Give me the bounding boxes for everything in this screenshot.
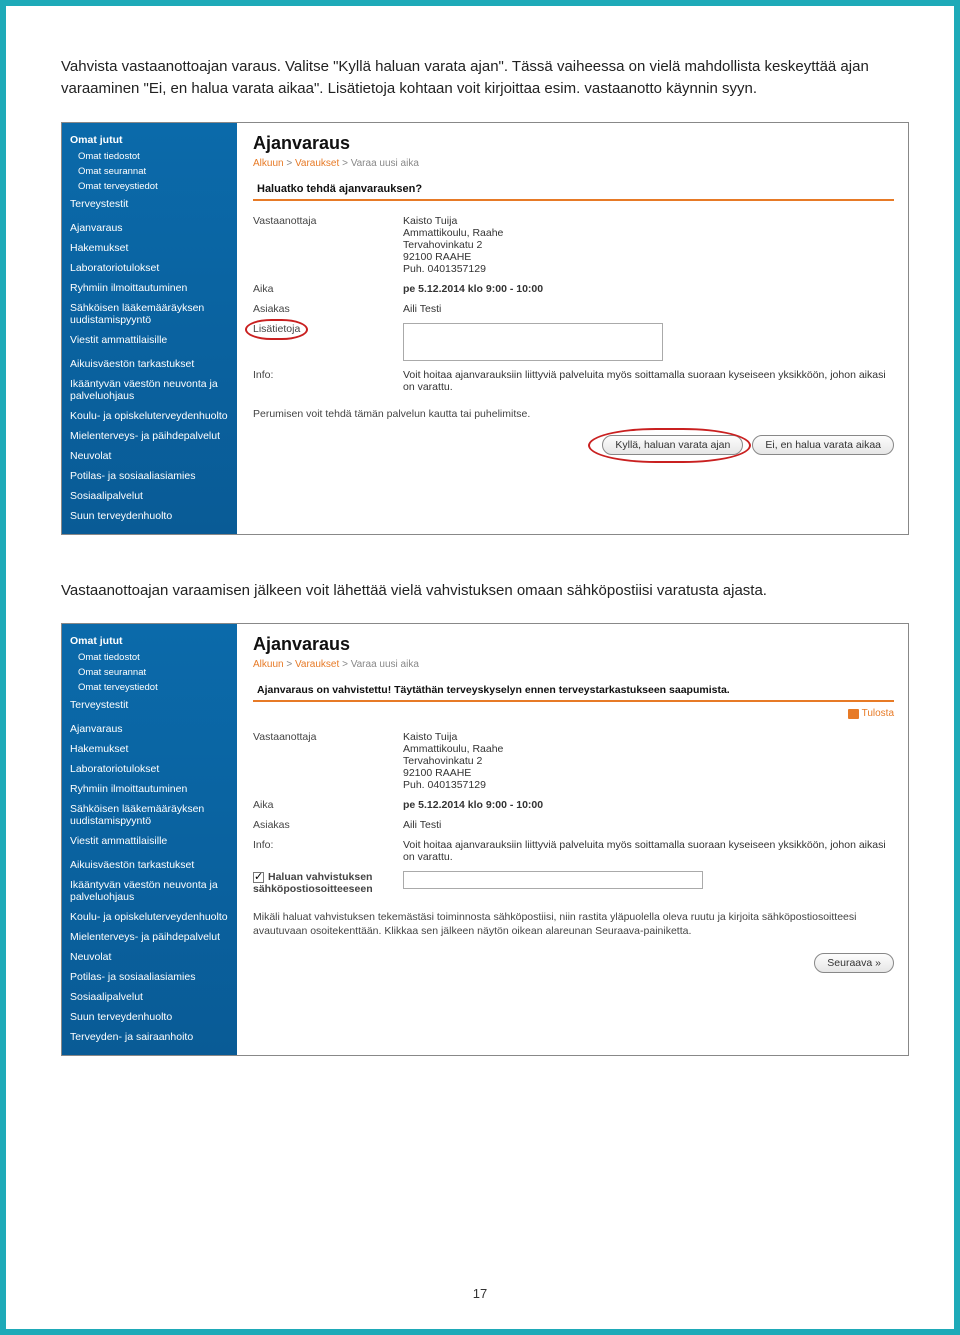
screenshot-2: Omat jutut Omat tiedostot Omat seurannat…	[61, 623, 909, 1056]
sidebar-item[interactable]: Sähköisen lääkemääräyksen uudistamispyyn…	[62, 799, 237, 831]
sidebar-item[interactable]: Terveyden- ja sairaanhoito	[62, 1027, 237, 1047]
value-vastaanottaja: Kaisto Tuija Ammattikoulu, Raahe Tervaho…	[403, 727, 894, 795]
label-aika: Aika	[253, 795, 403, 815]
sidebar-sub[interactable]: Omat tiedostot	[62, 149, 237, 164]
print-icon[interactable]	[848, 709, 859, 719]
email-input[interactable]	[403, 871, 703, 889]
crumb-current: Varaa uusi aika	[351, 659, 419, 670]
label-confirm-email: Haluan vahvistuksen sähköpostiosoitteese…	[253, 867, 403, 899]
sidebar-sub[interactable]: Omat terveystiedot	[62, 680, 237, 695]
main-panel: Ajanvaraus Alkuun > Varaukset > Varaa uu…	[237, 624, 908, 1055]
sidebar-item[interactable]: Suun terveydenhuolto	[62, 1007, 237, 1027]
label-asiakas: Asiakas	[253, 815, 403, 835]
label-info: Info:	[253, 835, 403, 867]
intro-text: Vahvista vastaanottoajan varaus. Valitse…	[61, 56, 909, 100]
label-vastaanottaja: Vastaanottaja	[253, 211, 403, 279]
sidebar-item[interactable]: Ajanvaraus	[62, 719, 237, 739]
sidebar-item[interactable]: Koulu- ja opiskeluterveydenhuolto	[62, 907, 237, 927]
sidebar-item[interactable]: Ajanvaraus	[62, 218, 237, 238]
sidebar-item[interactable]: Viestit ammattilaisille	[62, 831, 237, 851]
sidebar-item[interactable]: Laboratoriotulokset	[62, 759, 237, 779]
sidebar-item[interactable]: Ryhmiin ilmoittautuminen	[62, 779, 237, 799]
cancel-note: Perumisen voit tehdä tämän palvelun kaut…	[253, 407, 894, 422]
value-asiakas: Aili Testi	[403, 815, 894, 835]
sidebar-item[interactable]: Neuvolat	[62, 947, 237, 967]
sidebar-item[interactable]: Potilas- ja sosiaaliasiamies	[62, 967, 237, 987]
sidebar: Omat jutut Omat tiedostot Omat seurannat…	[62, 624, 237, 1055]
label-info: Info:	[253, 365, 403, 397]
label-asiakas: Asiakas	[253, 299, 403, 319]
sidebar-item[interactable]: Terveystestit	[62, 194, 237, 214]
sidebar-item[interactable]: Suun terveydenhuolto	[62, 506, 237, 526]
label-lisatietoja: Lisätietoja	[253, 319, 403, 365]
yes-button[interactable]: Kyllä, haluan varata ajan	[602, 435, 743, 455]
crumb-link[interactable]: Varaukset	[295, 158, 339, 169]
crumb-link[interactable]: Alkuun	[253, 659, 284, 670]
label-vastaanottaja: Vastaanottaja	[253, 727, 403, 795]
sidebar-item[interactable]: Hakemukset	[62, 739, 237, 759]
print-link[interactable]: Tulosta	[862, 708, 894, 719]
value-asiakas: Aili Testi	[403, 299, 894, 319]
button-row: Seuraava »	[253, 953, 894, 973]
sidebar-item[interactable]: Koulu- ja opiskeluterveydenhuolto	[62, 406, 237, 426]
sidebar-item[interactable]: Mielenterveys- ja päihdepalvelut	[62, 927, 237, 947]
lisatietoja-circled: Lisätietoja	[253, 323, 300, 335]
sidebar-item[interactable]: Ikääntyvän väestön neuvonta ja palveluoh…	[62, 875, 237, 907]
sidebar-item[interactable]: Mielenterveys- ja päihdepalvelut	[62, 426, 237, 446]
crumb-link[interactable]: Alkuun	[253, 158, 284, 169]
value-aika: pe 5.12.2014 klo 9:00 - 10:00	[403, 279, 894, 299]
section-heading: Haluatko tehdä ajanvarauksen?	[253, 179, 894, 201]
sidebar-item[interactable]: Hakemukset	[62, 238, 237, 258]
value-aika: pe 5.12.2014 klo 9:00 - 10:00	[403, 795, 894, 815]
sidebar-item[interactable]: Laboratoriotulokset	[62, 258, 237, 278]
sidebar-sub[interactable]: Omat tiedostot	[62, 650, 237, 665]
sidebar-item[interactable]: Terveystestit	[62, 695, 237, 715]
form-table: Vastaanottaja Kaisto Tuija Ammattikoulu,…	[253, 727, 894, 899]
sidebar-item[interactable]: Ryhmiin ilmoittautuminen	[62, 278, 237, 298]
sidebar-heading: Omat jutut	[62, 632, 237, 650]
breadcrumb: Alkuun > Varaukset > Varaa uusi aika	[253, 659, 894, 670]
sidebar-item[interactable]: Aikuisväestön tarkastukset	[62, 855, 237, 875]
print-row: Tulosta	[253, 708, 894, 719]
sidebar-item[interactable]: Viestit ammattilaisille	[62, 330, 237, 350]
breadcrumb: Alkuun > Varaukset > Varaa uusi aika	[253, 158, 894, 169]
sidebar-sub[interactable]: Omat seurannat	[62, 665, 237, 680]
sidebar-item[interactable]: Sosiaalipalvelut	[62, 486, 237, 506]
crumb-current: Varaa uusi aika	[351, 158, 419, 169]
value-info: Voit hoitaa ajanvarauksiin liittyviä pal…	[403, 365, 894, 397]
sidebar-heading: Omat jutut	[62, 131, 237, 149]
value-vastaanottaja: Kaisto Tuija Ammattikoulu, Raahe Tervaho…	[403, 211, 894, 279]
sidebar-sub[interactable]: Omat terveystiedot	[62, 179, 237, 194]
main-panel: Ajanvaraus Alkuun > Varaukset > Varaa uu…	[237, 123, 908, 534]
no-button[interactable]: Ei, en halua varata aikaa	[752, 435, 894, 455]
sidebar-item[interactable]: Potilas- ja sosiaaliasiamies	[62, 466, 237, 486]
sidebar-item[interactable]: Aikuisväestön tarkastukset	[62, 354, 237, 374]
lisatietoja-input[interactable]	[403, 323, 663, 361]
sidebar: Omat jutut Omat tiedostot Omat seurannat…	[62, 123, 237, 534]
form-table: Vastaanottaja Kaisto Tuija Ammattikoulu,…	[253, 211, 894, 397]
middle-text: Vastaanottoajan varaamisen jälkeen voit …	[61, 580, 909, 602]
value-info: Voit hoitaa ajanvarauksiin liittyviä pal…	[403, 835, 894, 867]
page-title: Ajanvaraus	[253, 634, 894, 655]
button-row: Kyllä, haluan varata ajan Ei, en halua v…	[253, 435, 894, 455]
next-button[interactable]: Seuraava »	[814, 953, 894, 973]
confirm-checkbox[interactable]	[253, 872, 264, 883]
label-aika: Aika	[253, 279, 403, 299]
page-title: Ajanvaraus	[253, 133, 894, 154]
sidebar-item[interactable]: Sähköisen lääkemääräyksen uudistamispyyn…	[62, 298, 237, 330]
sidebar-item[interactable]: Sosiaalipalvelut	[62, 987, 237, 1007]
section-heading: Ajanvaraus on vahvistettu! Täytäthän ter…	[253, 680, 894, 702]
sidebar-item[interactable]: Neuvolat	[62, 446, 237, 466]
email-note: Mikäli haluat vahvistuksen tekemästäsi t…	[253, 910, 894, 939]
crumb-link[interactable]: Varaukset	[295, 659, 339, 670]
screenshot-1: Omat jutut Omat tiedostot Omat seurannat…	[61, 122, 909, 535]
page-number: 17	[6, 1286, 954, 1301]
sidebar-item[interactable]: Ikääntyvän väestön neuvonta ja palveluoh…	[62, 374, 237, 406]
sidebar-sub[interactable]: Omat seurannat	[62, 164, 237, 179]
